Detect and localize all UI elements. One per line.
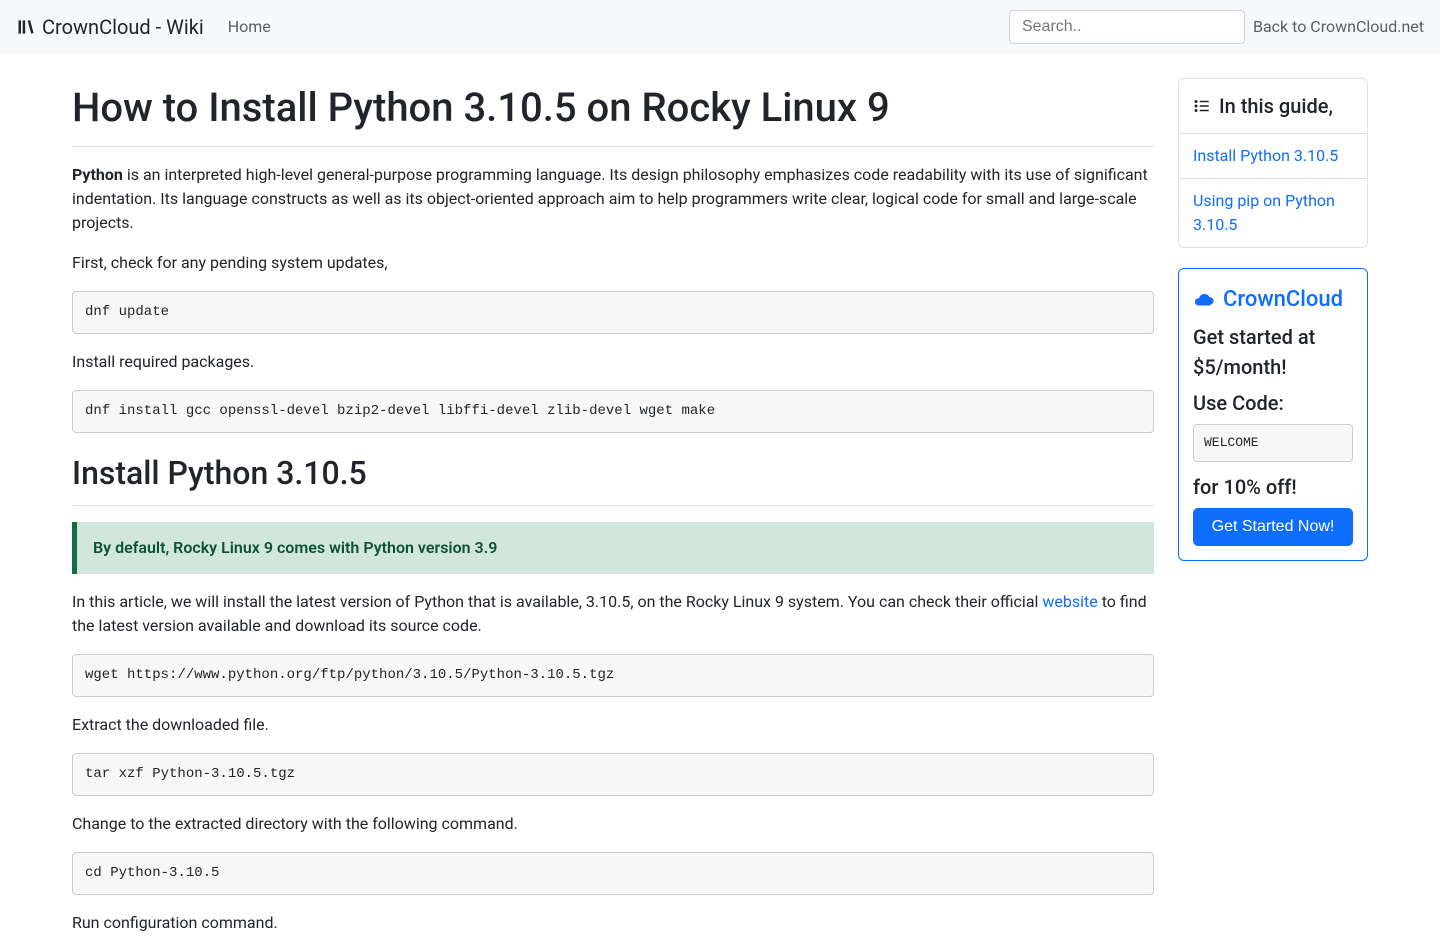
code-tar: tar xzf Python-3.10.5.tgz xyxy=(72,753,1154,796)
note-default-python: By default, Rocky Linux 9 comes with Pyt… xyxy=(72,522,1154,574)
toc-item-install[interactable]: Install Python 3.10.5 xyxy=(1179,134,1367,179)
intro-paragraph: Python is an interpreted high-level gene… xyxy=(72,163,1154,235)
p-extract: Extract the downloaded file. xyxy=(72,713,1154,737)
toc-header: In this guide, xyxy=(1179,79,1367,134)
nav-back-link[interactable]: Back to CrownCloud.net xyxy=(1253,15,1424,39)
brand-text: CrownCloud - Wiki xyxy=(42,12,204,42)
p-install-pkgs: Install required packages. xyxy=(72,350,1154,374)
sidebar: In this guide, Install Python 3.10.5 Usi… xyxy=(1178,54,1368,951)
divider xyxy=(72,505,1154,506)
search-input[interactable] xyxy=(1009,10,1245,44)
link-python-website[interactable]: website xyxy=(1042,592,1097,611)
promo-use-code: Use Code: xyxy=(1193,388,1353,418)
books-icon xyxy=(16,17,36,37)
code-cd: cd Python-3.10.5 xyxy=(72,852,1154,895)
promo-discount: for 10% off! xyxy=(1193,472,1353,502)
promo-code: WELCOME xyxy=(1193,424,1353,462)
list-icon xyxy=(1193,97,1211,115)
promo-title: CrownCloud xyxy=(1193,283,1353,316)
p-cd: Change to the extracted directory with t… xyxy=(72,812,1154,836)
toc-item-pip[interactable]: Using pip on Python 3.10.5 xyxy=(1179,179,1367,247)
h2-install-python: Install Python 3.10.5 xyxy=(72,449,1154,497)
code-dnf-update: dnf update xyxy=(72,291,1154,334)
intro-rest: is an interpreted high-level general-pur… xyxy=(72,165,1148,232)
p-configure: Run configuration command. xyxy=(72,911,1154,935)
promo-get-started: Get started at $5/month! xyxy=(1193,322,1353,382)
divider xyxy=(72,146,1154,147)
toc-title: In this guide, xyxy=(1219,91,1333,121)
promo-brand: CrownCloud xyxy=(1223,283,1343,316)
toc-card: In this guide, Install Python 3.10.5 Usi… xyxy=(1178,78,1368,248)
cloud-icon xyxy=(1193,289,1215,311)
p-in-article: In this article, we will install the lat… xyxy=(72,590,1154,638)
page-title: How to Install Python 3.10.5 on Rocky Li… xyxy=(72,78,1154,138)
navbar: CrownCloud - Wiki Home Back to CrownClou… xyxy=(0,0,1440,54)
intro-bold: Python xyxy=(72,165,123,184)
promo-card: CrownCloud Get started at $5/month! Use … xyxy=(1178,268,1368,561)
code-install-pkgs: dnf install gcc openssl-devel bzip2-deve… xyxy=(72,390,1154,433)
nav-home[interactable]: Home xyxy=(228,15,271,39)
code-wget: wget https://www.python.org/ftp/python/3… xyxy=(72,654,1154,697)
article-main: How to Install Python 3.10.5 on Rocky Li… xyxy=(72,54,1154,951)
brand[interactable]: CrownCloud - Wiki xyxy=(16,12,204,42)
get-started-button[interactable]: Get Started Now! xyxy=(1193,508,1353,546)
p-check-updates: First, check for any pending system upda… xyxy=(72,251,1154,275)
